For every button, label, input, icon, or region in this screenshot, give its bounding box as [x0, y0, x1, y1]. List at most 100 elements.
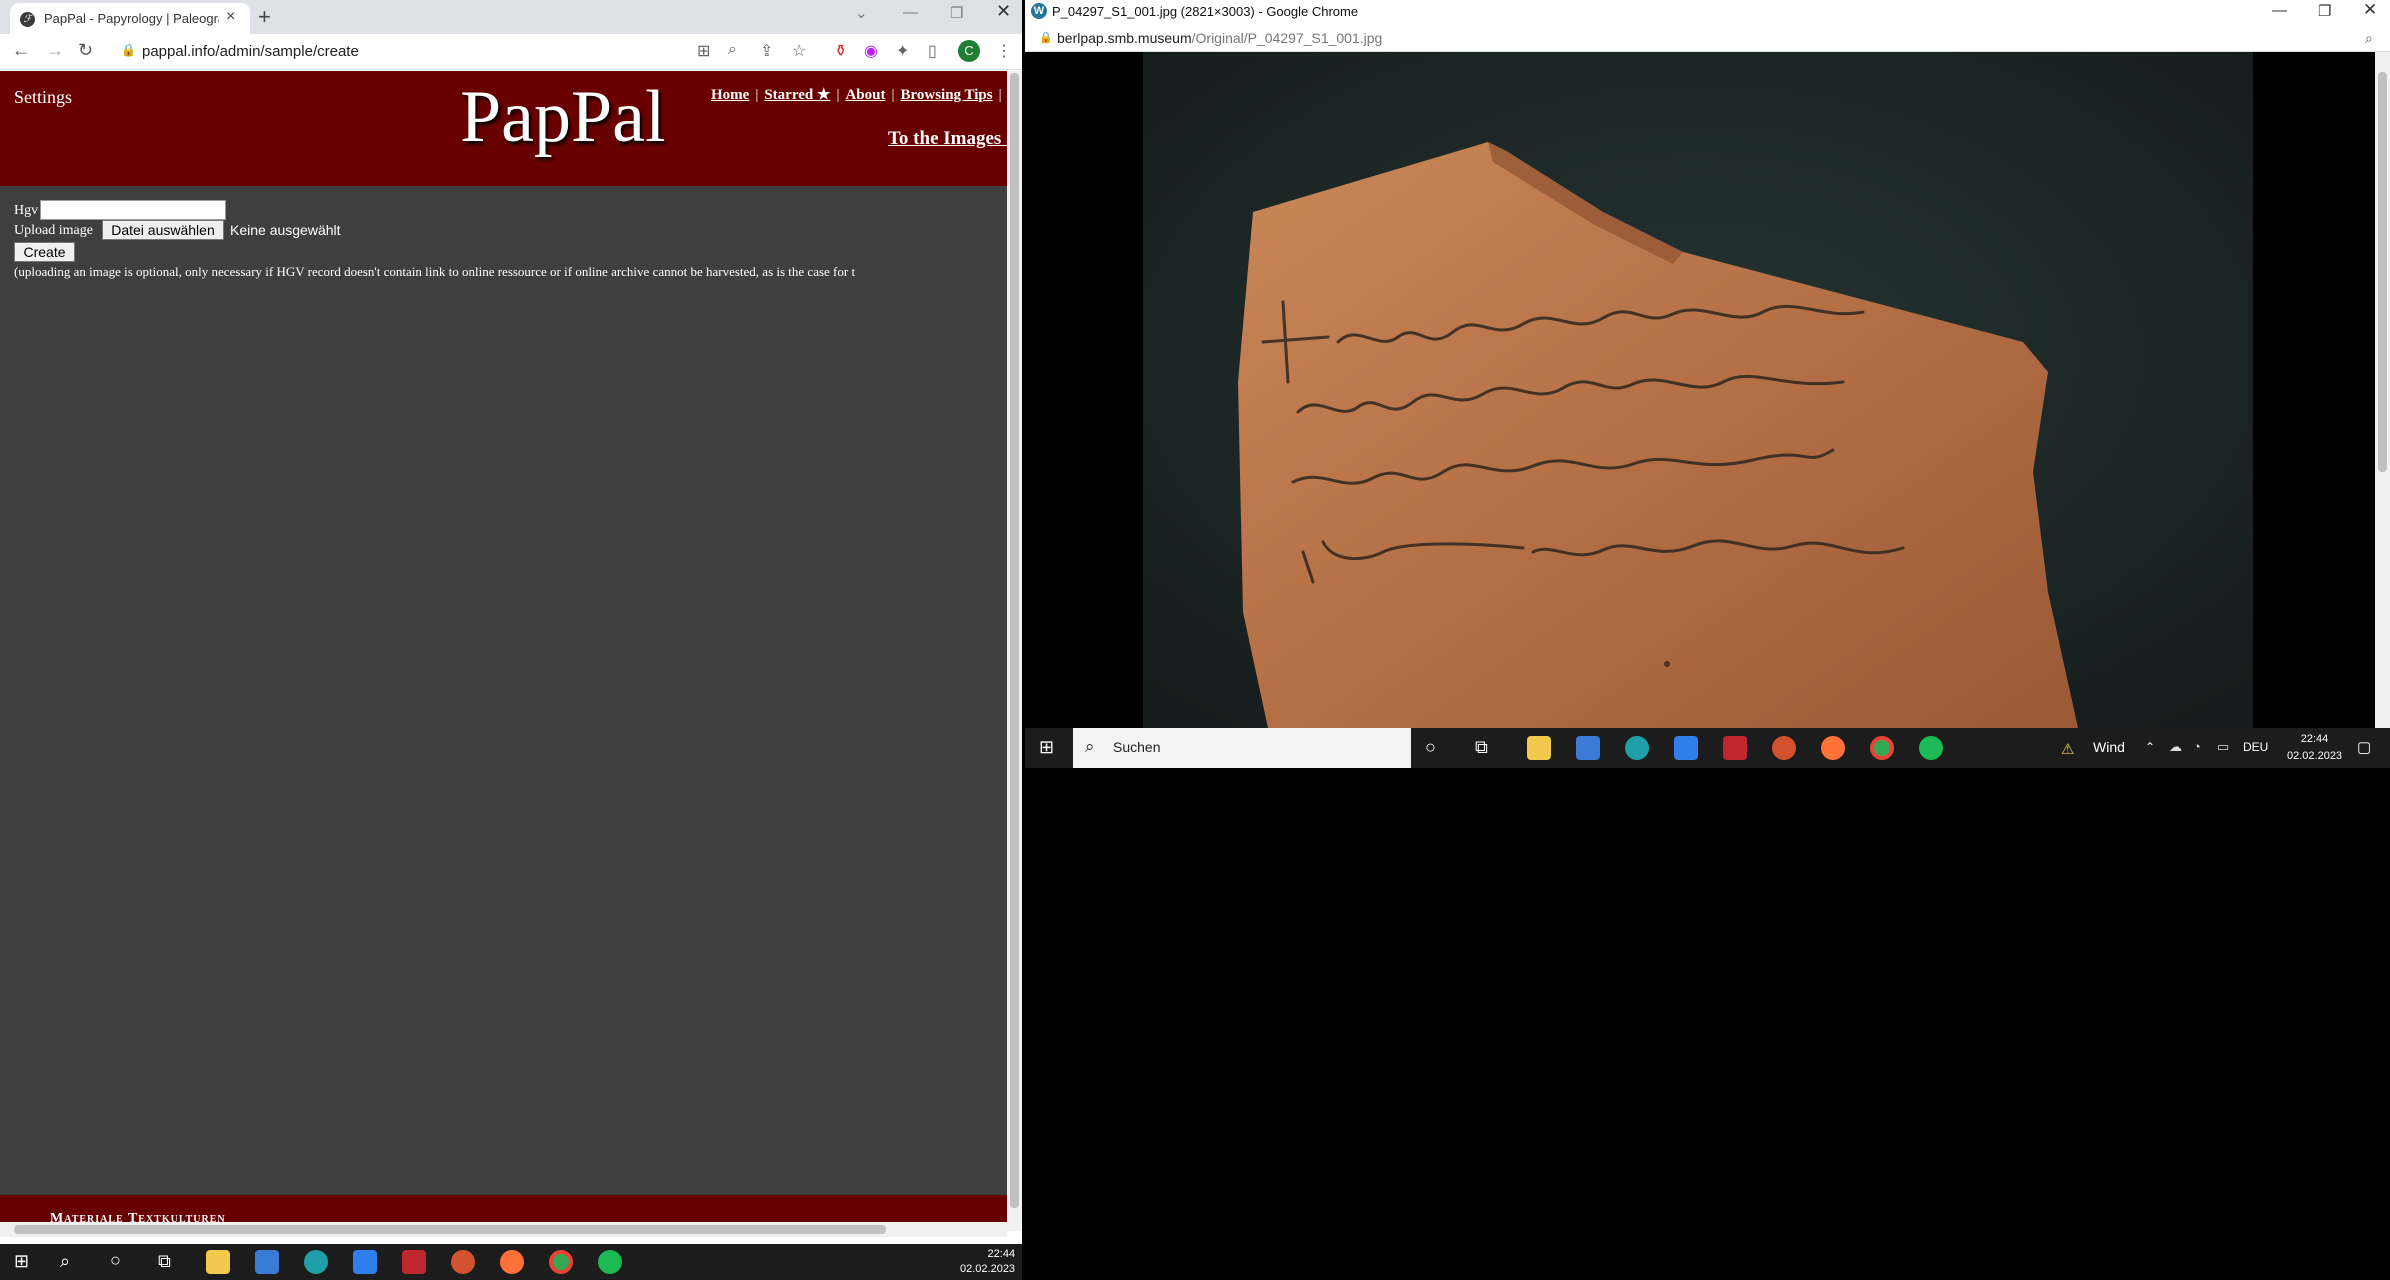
powerpoint-icon[interactable]: [1772, 736, 1796, 760]
windows-start-icon[interactable]: ⊞: [14, 1251, 29, 1272]
firefox-icon[interactable]: [1821, 736, 1845, 760]
search-placeholder: Suchen: [1113, 739, 1161, 755]
hgv-input[interactable]: [40, 200, 226, 220]
zoom-icon[interactable]: ⌕: [2365, 30, 2373, 47]
popup-minimize-button[interactable]: —: [2272, 2, 2287, 19]
powerpoint-icon[interactable]: [451, 1250, 475, 1274]
tab-title: PapPal - Papyrology | Paleographic: [44, 11, 219, 26]
mail-icon[interactable]: [353, 1250, 377, 1274]
store-icon[interactable]: [1576, 736, 1600, 760]
nav-starred-link[interactable]: Starred ★: [764, 87, 830, 103]
cortana-icon[interactable]: ○: [1425, 737, 1436, 758]
task-view-icon[interactable]: ⧉: [158, 1251, 171, 1272]
spotify-icon[interactable]: [598, 1250, 622, 1274]
bookmark-star-icon[interactable]: ☆: [792, 41, 806, 61]
reload-icon[interactable]: ↻: [78, 40, 93, 61]
pappal-favicon-icon: ℱ: [20, 12, 35, 27]
clock-time: 22:44: [2300, 733, 2329, 745]
upload-image-label: Upload image: [14, 223, 93, 238]
top-navigation: Home|Starred ★|About|Browsing Tips|C: [711, 87, 1002, 103]
address-bar[interactable]: pappal.info/admin/sample/create: [142, 43, 359, 60]
browser-tab-pappal[interactable]: ℱ PapPal - Papyrology | Paleographic ×: [10, 3, 250, 34]
ostracon-photo[interactable]: [1143, 52, 2253, 728]
taskbar-clock-right[interactable]: 22:44 02.02.2023: [2287, 731, 2342, 765]
lock-icon[interactable]: 🔒: [1039, 31, 1053, 44]
taskbar-search-box[interactable]: ⌕ Suchen: [1073, 728, 1411, 768]
language-indicator[interactable]: DEU: [2243, 740, 2268, 754]
left-browser-window: ℱ PapPal - Papyrology | Paleographic × +…: [0, 0, 1022, 1244]
vertical-scrollbar[interactable]: [1007, 71, 1022, 1231]
close-window-button[interactable]: ✕: [996, 1, 1011, 22]
translate-icon[interactable]: ⊞: [697, 41, 710, 61]
popup-close-button[interactable]: ✕: [2363, 0, 2377, 20]
back-arrow-icon[interactable]: ←: [12, 40, 30, 61]
windows-start-icon[interactable]: ⊞: [1039, 737, 1054, 758]
nav-browsing-tips-link[interactable]: Browsing Tips: [900, 87, 992, 103]
network-icon[interactable]: ◔: [2193, 739, 2201, 754]
weather-warning-icon[interactable]: ⚠: [2061, 740, 2074, 758]
store-icon[interactable]: [255, 1250, 279, 1274]
browser-toolbar: ← → ↻ 🔒 pappal.info/admin/sample/create …: [0, 34, 1022, 70]
profile-avatar[interactable]: C: [958, 40, 980, 62]
taskbar-clock-left[interactable]: 22:44 02.02.2023: [960, 1247, 1015, 1277]
share-icon[interactable]: ⇪: [760, 41, 773, 61]
side-panel-icon[interactable]: ▯: [928, 41, 937, 61]
spotify-icon[interactable]: [1919, 736, 1943, 760]
tab-strip: ℱ PapPal - Papyrology | Paleographic × +…: [0, 0, 1022, 34]
edge-icon[interactable]: [304, 1250, 328, 1274]
edge-icon[interactable]: [1625, 736, 1649, 760]
mail-icon[interactable]: [1674, 736, 1698, 760]
clock-time: 22:44: [987, 1248, 1016, 1260]
menu-kebab-icon[interactable]: ⋮: [996, 41, 1012, 61]
to-the-images-link[interactable]: To the Images ...: [888, 128, 1007, 150]
minimize-button[interactable]: —: [903, 4, 918, 21]
image-viewer: [1025, 52, 2375, 728]
nav-about-link[interactable]: About: [845, 87, 885, 103]
tab-search-chevron-icon[interactable]: ⌄: [855, 4, 868, 22]
vertical-scroll-thumb[interactable]: [1010, 73, 1019, 1208]
file-explorer-icon[interactable]: [206, 1250, 230, 1274]
create-button[interactable]: Create: [14, 242, 75, 262]
settings-link[interactable]: Settings: [14, 87, 72, 108]
weather-label[interactable]: Wind: [2093, 739, 2125, 755]
clock-date: 02.02.2023: [2287, 750, 2343, 762]
lock-icon[interactable]: 🔒: [121, 43, 136, 57]
popup-title-bar: W P_04297_S1_001.jpg (2821×3003) - Googl…: [1025, 0, 2390, 24]
upload-note: (uploading an image is optional, only ne…: [14, 264, 856, 279]
zoom-icon[interactable]: ⌕: [728, 41, 737, 59]
acrobat-icon[interactable]: [1723, 736, 1747, 760]
chrome-icon[interactable]: [1870, 736, 1894, 760]
tray-app-icon[interactable]: ☁: [2169, 739, 2182, 755]
page-content: Settings PapPal Home | Starred ★ | About | Bro…: [0, 71, 1007, 1229]
horizontal-scrollbar[interactable]: [0, 1222, 1007, 1237]
nav-home-link[interactable]: Home: [711, 87, 749, 103]
choose-file-button[interactable]: Datei auswählen: [102, 220, 224, 240]
popup-restore-button[interactable]: ❐: [2318, 2, 2331, 20]
popup-address-bar: 🔒 berlpap.smb.museum/Original/P_04297_S1…: [1025, 24, 2390, 52]
battery-icon[interactable]: ▭: [2217, 739, 2229, 755]
task-view-icon[interactable]: ⧉: [1475, 737, 1488, 758]
file-explorer-icon[interactable]: [1527, 736, 1551, 760]
close-tab-icon[interactable]: ×: [226, 8, 235, 26]
tray-chevron-icon[interactable]: ⌃: [2145, 740, 2155, 754]
cortana-icon[interactable]: ○: [110, 1250, 121, 1271]
site-logo[interactable]: PapPal: [460, 75, 666, 160]
notification-icon[interactable]: ▢: [2357, 738, 2371, 756]
extension-red-icon[interactable]: ⚱: [834, 41, 847, 61]
new-tab-button[interactable]: +: [258, 4, 271, 30]
acrobat-icon[interactable]: [402, 1250, 426, 1274]
search-icon[interactable]: ⌕: [60, 1251, 70, 1272]
extensions-puzzle-icon[interactable]: ✦: [896, 41, 909, 61]
wordpress-favicon-icon: W: [1031, 3, 1047, 19]
url-path: /Original/P_04297_S1_001.jpg: [1191, 30, 1383, 46]
extension-purple-icon[interactable]: ◉: [864, 41, 878, 61]
chrome-icon[interactable]: [549, 1250, 573, 1274]
firefox-icon[interactable]: [500, 1250, 524, 1274]
forward-arrow-icon[interactable]: →: [46, 40, 64, 61]
popup-scroll-thumb[interactable]: [2378, 72, 2387, 472]
search-icon: ⌕: [1085, 737, 1095, 756]
horizontal-scroll-thumb[interactable]: [14, 1225, 886, 1234]
restore-button[interactable]: ❐: [950, 4, 963, 22]
popup-vertical-scrollbar[interactable]: [2375, 52, 2390, 728]
popup-url[interactable]: berlpap.smb.museum/Original/P_04297_S1_0…: [1057, 30, 1382, 46]
